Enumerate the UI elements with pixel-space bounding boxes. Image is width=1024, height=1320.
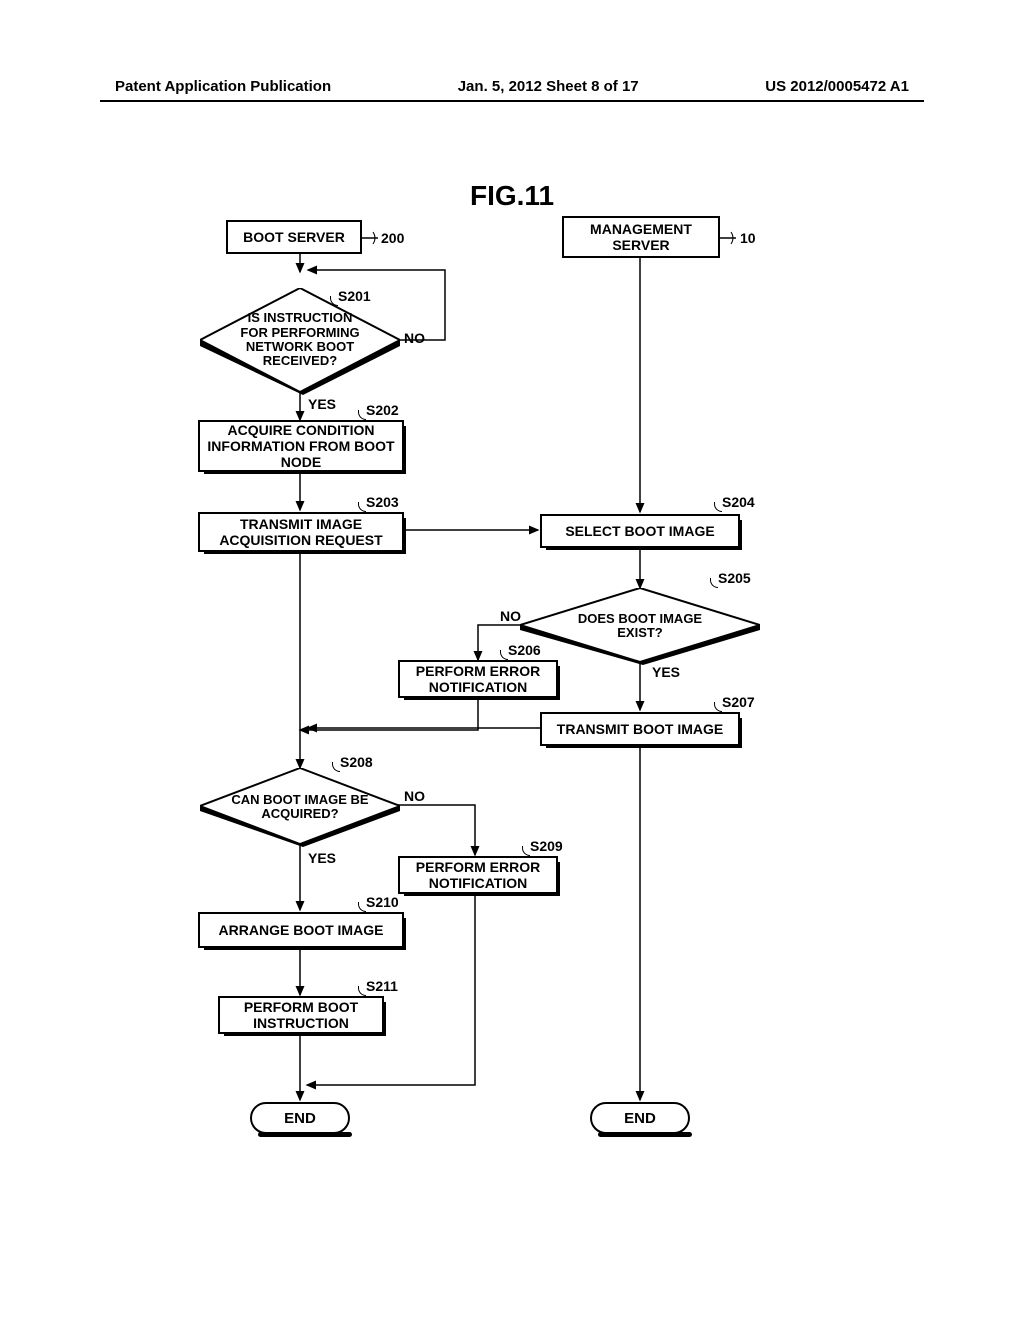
ref-s207: S207 xyxy=(722,694,755,710)
branch-no-s201: NO xyxy=(404,330,425,346)
ref-s211: S211 xyxy=(366,978,398,994)
leader-icon xyxy=(358,410,366,420)
ref-s210: S210 xyxy=(366,894,399,910)
leader-icon xyxy=(710,578,718,588)
process-s209: PERFORM ERROR NOTIFICATION xyxy=(398,856,558,894)
header-right: US 2012/0005472 A1 xyxy=(765,78,909,95)
ref-s205: S205 xyxy=(718,570,751,586)
ref-s202: S202 xyxy=(366,402,399,418)
branch-no-s205: NO xyxy=(500,608,521,624)
s211-text: PERFORM BOOT INSTRUCTION xyxy=(244,999,358,1031)
page-header: Patent Application Publication Jan. 5, 2… xyxy=(0,78,1024,95)
ref-s203: S203 xyxy=(366,494,399,510)
end-label-left: END xyxy=(284,1110,316,1127)
process-s204: SELECT BOOT IMAGE xyxy=(540,514,740,548)
ref-200: 200 xyxy=(381,230,404,246)
s209-text: PERFORM ERROR NOTIFICATION xyxy=(416,859,540,891)
leader-icon xyxy=(522,846,530,856)
process-s202: ACQUIRE CONDITION INFORMATION FROM BOOT … xyxy=(198,420,404,472)
flowchart: BOOT SERVER 200 MANAGEMENT SERVER 10 IS … xyxy=(0,210,1024,1210)
s201-text: IS INSTRUCTION FOR PERFORMING NETWORK BO… xyxy=(230,308,370,372)
decision-s205: DOES BOOT IMAGE EXIST? xyxy=(520,588,760,666)
branch-yes-s201: YES xyxy=(308,396,336,412)
leader-icon xyxy=(714,502,722,512)
header-rule xyxy=(100,100,924,102)
s202-text: ACQUIRE CONDITION INFORMATION FROM BOOT … xyxy=(207,422,394,470)
header-center: Jan. 5, 2012 Sheet 8 of 17 xyxy=(458,78,639,95)
s207-text: TRANSMIT BOOT IMAGE xyxy=(557,721,723,737)
s210-text: ARRANGE BOOT IMAGE xyxy=(219,922,384,938)
flow-lines xyxy=(0,210,1024,1210)
process-s203: TRANSMIT IMAGE ACQUISITION REQUEST xyxy=(198,512,404,552)
s205-text: DOES BOOT IMAGE EXIST? xyxy=(565,606,715,646)
ref-s201: S201 xyxy=(338,288,371,304)
ref-s209: S209 xyxy=(530,838,563,854)
lane-header-boot-server: BOOT SERVER xyxy=(226,220,362,254)
ref-10: 10 xyxy=(740,230,756,246)
leader-icon xyxy=(358,902,366,912)
s203-text: TRANSMIT IMAGE ACQUISITION REQUEST xyxy=(219,516,382,548)
header-left: Patent Application Publication xyxy=(115,78,331,95)
figure-title: FIG.11 xyxy=(470,180,554,212)
branch-yes-s208: YES xyxy=(308,850,336,866)
process-s210: ARRANGE BOOT IMAGE xyxy=(198,912,404,948)
ref-s208: S208 xyxy=(340,754,373,770)
s208-text: CAN BOOT IMAGE BE ACQUIRED? xyxy=(225,788,375,826)
process-s206: PERFORM ERROR NOTIFICATION xyxy=(398,660,558,698)
decision-s201: IS INSTRUCTION FOR PERFORMING NETWORK BO… xyxy=(200,288,400,398)
branch-no-s208: NO xyxy=(404,788,425,804)
s206-text: PERFORM ERROR NOTIFICATION xyxy=(416,663,540,695)
branch-yes-s205: YES xyxy=(652,664,680,680)
lane-header-mgmt-server: MANAGEMENT SERVER xyxy=(562,216,720,258)
end-label-right: END xyxy=(624,1110,656,1127)
leader-icon xyxy=(358,502,366,512)
s204-text: SELECT BOOT IMAGE xyxy=(565,523,714,539)
terminator-end-left: END xyxy=(250,1102,350,1134)
leader-icon xyxy=(358,986,366,996)
process-s211: PERFORM BOOT INSTRUCTION xyxy=(218,996,384,1034)
decision-s208: CAN BOOT IMAGE BE ACQUIRED? xyxy=(200,768,400,848)
ref-s206: S206 xyxy=(508,642,541,658)
process-s207: TRANSMIT BOOT IMAGE xyxy=(540,712,740,746)
terminator-end-right: END xyxy=(590,1102,690,1134)
mgmt-server-label: MANAGEMENT SERVER xyxy=(590,221,692,253)
leader-icon xyxy=(500,650,508,660)
leader-icon xyxy=(714,702,722,712)
boot-server-label: BOOT SERVER xyxy=(243,229,345,245)
ref-s204: S204 xyxy=(722,494,755,510)
